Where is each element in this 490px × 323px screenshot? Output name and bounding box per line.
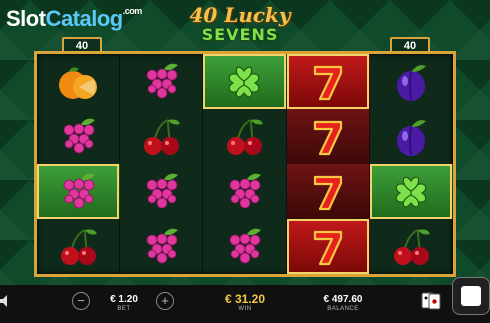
balance-value: € 497.60 xyxy=(323,294,363,305)
game-logo: 40 Lucky SEVENS xyxy=(180,4,300,48)
logo-line1: 40 Lucky xyxy=(189,3,291,27)
cards-icon[interactable] xyxy=(421,292,441,310)
spin-button[interactable] xyxy=(452,277,490,315)
reel-2-row-1 xyxy=(120,54,204,109)
seven-symbol-icon xyxy=(313,65,342,100)
seven-symbol-icon xyxy=(313,175,342,210)
reels-grid xyxy=(37,54,453,274)
logo-line2: SEVENS xyxy=(201,25,279,44)
reel-5-row-3 xyxy=(369,164,453,219)
plum-symbol-icon xyxy=(396,64,426,101)
cherry-symbol-icon xyxy=(144,118,181,155)
watermark-logo: SlotCatalog.com xyxy=(6,6,142,32)
clover-symbol-icon xyxy=(395,176,427,207)
bet-increase-button[interactable]: + xyxy=(156,292,174,310)
watermark-part1: Slot xyxy=(6,6,46,31)
reel-3-row-1 xyxy=(203,54,287,109)
reel-5-row-2 xyxy=(370,109,453,164)
grapes-symbol-icon xyxy=(230,228,262,263)
reel-1-row-1 xyxy=(37,54,121,109)
sound-icon[interactable] xyxy=(0,295,10,307)
cherry-symbol-icon xyxy=(393,228,430,265)
reel-2-row-4 xyxy=(120,219,204,274)
watermark-suffix: .com xyxy=(122,6,143,16)
bet-label: BET xyxy=(117,306,131,312)
grapes-symbol-icon xyxy=(63,118,96,153)
win-value: € 31.20 xyxy=(224,292,266,306)
reel-4-row-1 xyxy=(286,54,370,109)
reel-4-row-3 xyxy=(286,164,370,219)
reel-2-row-2 xyxy=(120,109,204,164)
cherry-symbol-icon xyxy=(61,228,98,265)
reel-1-row-4 xyxy=(37,219,121,274)
grapes-symbol-icon xyxy=(146,173,179,208)
reel-4-row-2 xyxy=(286,109,370,164)
reel-3-row-2 xyxy=(203,109,287,164)
reel-3-row-4 xyxy=(203,219,287,274)
plum-symbol-icon xyxy=(396,119,426,156)
seven-symbol-icon xyxy=(313,120,342,155)
reel-5-row-1 xyxy=(370,54,453,109)
grapes-symbol-icon xyxy=(63,173,96,208)
win-label: WIN xyxy=(238,306,252,312)
grapes-symbol-icon xyxy=(146,228,179,263)
plus-icon: + xyxy=(161,293,169,308)
reel-2-row-3 xyxy=(120,164,204,219)
reel-4-row-4 xyxy=(286,219,370,274)
cherry-symbol-icon xyxy=(227,118,264,155)
reel-5-row-4 xyxy=(370,219,453,274)
spin-icon xyxy=(461,286,481,306)
minus-icon: − xyxy=(77,293,85,308)
seven-symbol-icon xyxy=(313,230,342,265)
clover-symbol-icon xyxy=(229,66,260,97)
reel-1-row-3 xyxy=(37,164,121,219)
reel-3-row-3 xyxy=(203,164,287,219)
orange-symbol-icon xyxy=(59,66,98,99)
bet-decrease-button[interactable]: − xyxy=(72,292,90,310)
balance-label: BALANCE xyxy=(327,306,359,312)
watermark-part2: Catalog xyxy=(45,6,124,31)
reel-1-row-2 xyxy=(37,109,121,164)
grapes-symbol-icon xyxy=(146,63,179,98)
bet-value: € 1.20 xyxy=(110,294,138,305)
grapes-symbol-icon xyxy=(230,173,262,208)
